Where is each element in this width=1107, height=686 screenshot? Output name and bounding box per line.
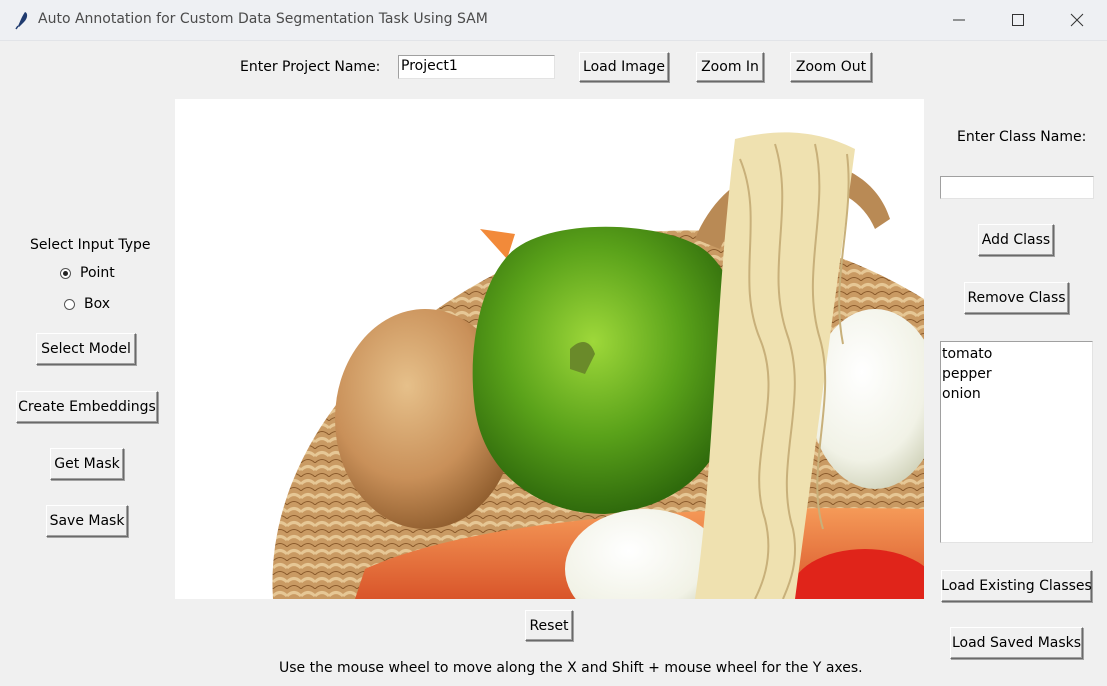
list-item[interactable]: tomato xyxy=(942,344,1091,364)
create-embeddings-button[interactable]: Create Embeddings xyxy=(16,391,158,423)
save-mask-button[interactable]: Save Mask xyxy=(46,505,128,537)
reset-button[interactable]: Reset xyxy=(525,610,573,641)
maximize-button[interactable] xyxy=(989,0,1047,40)
radio-point[interactable]: Point xyxy=(60,265,115,281)
image-canvas[interactable] xyxy=(175,99,924,599)
zoom-out-button[interactable]: Zoom Out xyxy=(790,52,872,82)
minimize-button[interactable] xyxy=(930,0,988,40)
close-icon xyxy=(1070,13,1084,27)
class-name-label: Enter Class Name: xyxy=(957,129,1087,145)
radio-box-label: Box xyxy=(84,296,111,312)
radio-box[interactable]: Box xyxy=(64,296,110,312)
radio-indicator xyxy=(60,267,71,279)
zoom-in-button[interactable]: Zoom In xyxy=(696,52,764,82)
list-item[interactable]: onion xyxy=(942,384,1091,404)
maximize-icon xyxy=(1012,14,1024,26)
class-name-input[interactable] xyxy=(940,176,1094,199)
load-saved-masks-button[interactable]: Load Saved Masks xyxy=(950,627,1083,659)
window-title: Auto Annotation for Custom Data Segmenta… xyxy=(38,11,488,27)
title-bar: Auto Annotation for Custom Data Segmenta… xyxy=(0,0,1107,41)
radio-point-label: Point xyxy=(80,265,115,281)
select-model-button[interactable]: Select Model xyxy=(36,333,136,365)
close-button[interactable] xyxy=(1048,0,1106,40)
add-class-button[interactable]: Add Class xyxy=(978,224,1054,256)
remove-class-button[interactable]: Remove Class xyxy=(964,282,1069,314)
list-item[interactable]: pepper xyxy=(942,364,1091,384)
input-type-label: Select Input Type xyxy=(30,237,151,253)
feather-icon xyxy=(12,10,32,30)
class-list[interactable]: tomato pepper onion xyxy=(940,341,1093,543)
minimize-icon xyxy=(953,19,965,21)
load-image-button[interactable]: Load Image xyxy=(579,52,669,82)
get-mask-button[interactable]: Get Mask xyxy=(50,448,124,480)
vegetable-basket-image xyxy=(175,99,924,599)
scroll-hint-text: Use the mouse wheel to move along the X … xyxy=(279,660,863,676)
project-name-input[interactable]: Project1 xyxy=(398,55,555,79)
load-existing-classes-button[interactable]: Load Existing Classes xyxy=(941,570,1092,602)
radio-indicator xyxy=(64,298,75,310)
project-name-label: Enter Project Name: xyxy=(240,59,381,75)
